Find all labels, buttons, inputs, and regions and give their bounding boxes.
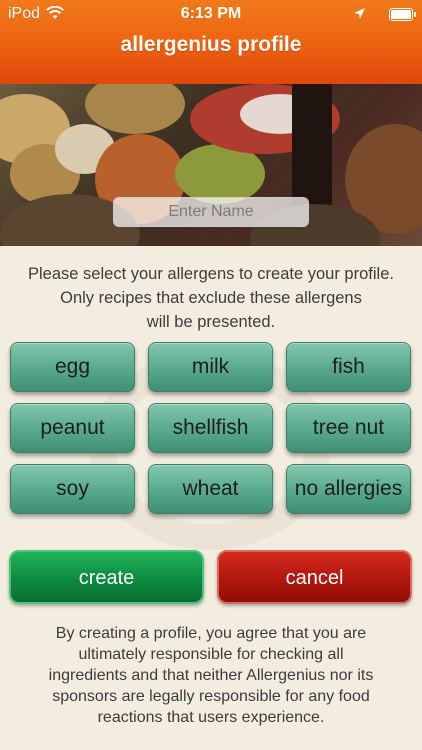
disclaimer-line: ingredients and that neither Allergenius… bbox=[48, 667, 374, 684]
allergen-button-wheat[interactable]: wheat bbox=[148, 464, 273, 514]
allergen-button-shellfish[interactable]: shellfish bbox=[148, 403, 273, 453]
status-bar: iPod 6:13 PM bbox=[0, 0, 422, 28]
instructions-line: will be presented. bbox=[146, 313, 276, 331]
disclaimer-line: sponsors are legally responsible for any… bbox=[52, 688, 370, 705]
allergen-button-no-allergies[interactable]: no allergies bbox=[286, 464, 411, 514]
battery-icon bbox=[389, 8, 416, 21]
allergen-button-fish[interactable]: fish bbox=[286, 342, 411, 392]
disclaimer-line: reactions that users experience. bbox=[97, 709, 325, 726]
instructions-line: Please select your allergens to create y… bbox=[28, 265, 394, 283]
cancel-button[interactable]: cancel bbox=[217, 550, 412, 604]
disclaimer-line: ultimately responsible for checking all bbox=[78, 646, 344, 663]
disclaimer-text: By creating a profile, you agree that yo… bbox=[26, 623, 396, 728]
create-button[interactable]: create bbox=[9, 550, 204, 604]
page-title: allergenius profile bbox=[120, 33, 302, 56]
name-input[interactable] bbox=[113, 197, 309, 227]
instructions-line: Only recipes that exclude these allergen… bbox=[60, 289, 362, 307]
disclaimer-line: By creating a profile, you agree that yo… bbox=[55, 625, 367, 642]
allergen-button-peanut[interactable]: peanut bbox=[10, 403, 135, 453]
location-arrow-icon bbox=[353, 7, 366, 25]
allergen-button-egg[interactable]: egg bbox=[10, 342, 135, 392]
app-header: iPod 6:13 PM allergenius profile bbox=[0, 0, 422, 84]
allergen-button-milk[interactable]: milk bbox=[148, 342, 273, 392]
instructions-text: Please select your allergens to create y… bbox=[0, 262, 422, 334]
allergen-button-soy[interactable]: soy bbox=[10, 464, 135, 514]
allergen-button-tree-nut[interactable]: tree nut bbox=[286, 403, 411, 453]
